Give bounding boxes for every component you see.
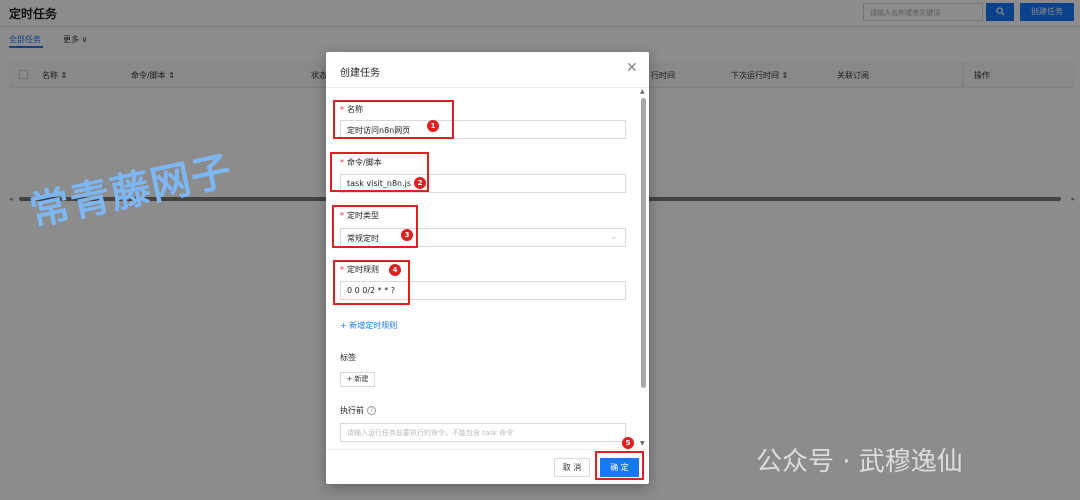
- annotation-box-schedule-type: [332, 205, 418, 248]
- annotation-badge-2: 2: [414, 177, 426, 189]
- cancel-button[interactable]: 取 消: [554, 458, 590, 477]
- before-exec-field[interactable]: 请输入运行任务前要执行的命令，不能包含 task 命令: [340, 423, 626, 442]
- footer-divider: [326, 449, 649, 450]
- modal-title: 创建任务: [340, 68, 380, 79]
- header-divider: [326, 87, 649, 88]
- watermark-right: 公众号 · 武穆逸仙: [756, 447, 963, 477]
- question-circle-icon[interactable]: ?: [367, 406, 376, 415]
- annotation-badge-5: 5: [622, 437, 634, 449]
- annotation-badge-4: 4: [389, 264, 401, 276]
- annotation-badge-3: 3: [401, 229, 413, 241]
- annotation-badge-1: 1: [427, 120, 439, 132]
- before-exec-label-text: 执行前: [340, 406, 364, 415]
- annotation-box-name: [333, 100, 454, 139]
- modal-vertical-scrollbar[interactable]: ▲ ▼: [640, 88, 647, 449]
- modal-scrollbar-thumb[interactable]: [641, 98, 646, 388]
- chevron-down-icon[interactable]: ⌄: [610, 232, 617, 241]
- tags-label: 标签: [340, 353, 356, 362]
- before-exec-label: 执行前?: [340, 405, 376, 416]
- add-schedule-rule-link[interactable]: + 新增定时规则: [340, 320, 397, 331]
- close-icon[interactable]: ✕: [626, 60, 638, 76]
- annotation-box-confirm: [595, 451, 644, 480]
- scroll-down-arrow-icon[interactable]: ▼: [640, 440, 645, 447]
- scroll-up-arrow-icon[interactable]: ▲: [640, 88, 645, 95]
- new-tag-button[interactable]: + 新建: [340, 372, 375, 387]
